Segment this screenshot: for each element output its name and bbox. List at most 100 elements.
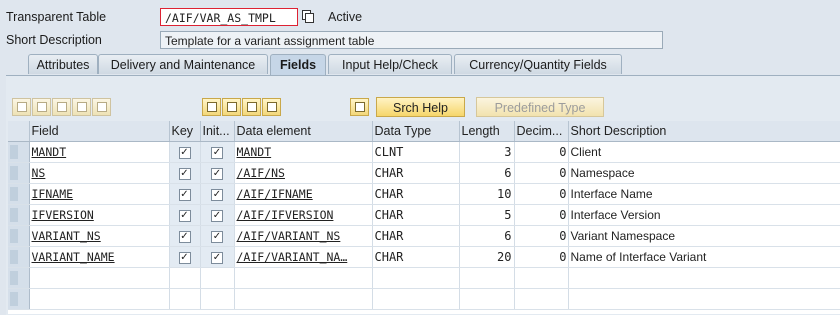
short-description-cell[interactable] bbox=[568, 267, 840, 289]
tab-attributes[interactable]: Attributes bbox=[28, 54, 98, 74]
check-icon[interactable]: ✓ bbox=[178, 230, 191, 243]
initial-checkbox[interactable]: ✓ bbox=[200, 183, 235, 205]
col-data-element[interactable]: Data element bbox=[234, 121, 373, 142]
length-cell[interactable]: 3 bbox=[459, 141, 515, 163]
decimals-cell[interactable]: 0 bbox=[514, 204, 569, 226]
check-icon[interactable]: ✓ bbox=[211, 146, 223, 159]
data-element-cell[interactable]: /AIF/NS bbox=[234, 162, 373, 184]
key-checkbox[interactable]: ✓ bbox=[169, 183, 201, 205]
field-cell[interactable]: VARIANT_NS bbox=[29, 225, 170, 247]
key-icon[interactable] bbox=[350, 98, 369, 116]
select-all-icon[interactable] bbox=[222, 98, 241, 116]
data-element-cell[interactable]: /AIF/VARIANT_NS bbox=[234, 225, 373, 247]
check-icon[interactable]: ✓ bbox=[211, 251, 223, 264]
data-type-cell[interactable]: CLNT bbox=[372, 141, 460, 163]
table-row[interactable]: VARIANT_NS ✓ ✓ /AIF/VARIANT_NS CHAR 6 0 Variant… bbox=[8, 225, 840, 247]
data-element-cell[interactable]: MANDT bbox=[234, 141, 373, 163]
initial-checkbox[interactable]: ✓ bbox=[200, 204, 235, 226]
tab-fields[interactable]: Fields bbox=[270, 54, 326, 76]
check-icon[interactable]: ✓ bbox=[211, 230, 223, 243]
copy-icon[interactable] bbox=[302, 10, 314, 23]
initial-checkbox[interactable]: ✓ bbox=[200, 246, 235, 268]
key-checkbox[interactable]: ✓ bbox=[169, 246, 201, 268]
row-selector[interactable] bbox=[8, 183, 30, 205]
field-cell[interactable]: NS bbox=[29, 162, 170, 184]
decimals-cell[interactable]: 0 bbox=[514, 162, 569, 184]
deselect-all-icon[interactable] bbox=[242, 98, 261, 116]
initial-checkbox[interactable] bbox=[200, 288, 235, 310]
check-icon[interactable]: ✓ bbox=[178, 188, 191, 201]
data-type-cell[interactable]: CHAR bbox=[372, 246, 460, 268]
data-element-cell[interactable] bbox=[234, 288, 373, 310]
table-row[interactable]: IFVERSION ✓ ✓ /AIF/IFVERSION CHAR 5 0 Interface… bbox=[8, 204, 840, 226]
decimals-cell[interactable]: 0 bbox=[514, 183, 569, 205]
decimals-cell[interactable] bbox=[514, 267, 569, 289]
table-row[interactable]: VARIANT_NAME ✓ ✓ /AIF/VARIANT_NA… CHAR 20 0 Nam… bbox=[8, 246, 840, 268]
length-cell[interactable]: 6 bbox=[459, 162, 515, 184]
check-icon[interactable]: ✓ bbox=[178, 251, 191, 264]
key-checkbox[interactable]: ✓ bbox=[169, 141, 201, 163]
table-row[interactable]: NS ✓ ✓ /AIF/NS CHAR 6 0 Namespace bbox=[8, 162, 840, 184]
decimals-cell[interactable]: 0 bbox=[514, 225, 569, 247]
length-cell[interactable]: 6 bbox=[459, 225, 515, 247]
length-cell[interactable] bbox=[459, 288, 515, 310]
decimals-cell[interactable]: 0 bbox=[514, 246, 569, 268]
table-row[interactable] bbox=[8, 267, 840, 289]
length-cell[interactable] bbox=[459, 267, 515, 289]
length-cell[interactable]: 20 bbox=[459, 246, 515, 268]
data-type-cell[interactable] bbox=[372, 288, 460, 310]
table-row[interactable]: MANDT ✓ ✓ MANDT CLNT 3 0 Client bbox=[8, 141, 840, 163]
short-description-cell[interactable]: Namespace bbox=[568, 162, 840, 184]
data-type-cell[interactable] bbox=[372, 267, 460, 289]
field-cell[interactable]: IFNAME bbox=[29, 183, 170, 205]
col-data-type[interactable]: Data Type bbox=[372, 121, 460, 142]
field-cell[interactable] bbox=[29, 267, 170, 289]
row-selector[interactable] bbox=[8, 162, 30, 184]
initial-checkbox[interactable]: ✓ bbox=[200, 225, 235, 247]
col-short-description[interactable]: Short Description bbox=[568, 121, 840, 142]
col-length[interactable]: Length bbox=[459, 121, 515, 142]
key-checkbox[interactable] bbox=[169, 288, 201, 310]
data-element-cell[interactable]: /AIF/VARIANT_NA… bbox=[234, 246, 373, 268]
short-description-cell[interactable]: Interface Name bbox=[568, 183, 840, 205]
insert-row-icon[interactable] bbox=[72, 98, 91, 116]
cut-icon[interactable] bbox=[12, 98, 31, 116]
check-icon[interactable]: ✓ bbox=[211, 209, 223, 222]
key-checkbox[interactable] bbox=[169, 267, 201, 289]
key-checkbox[interactable]: ✓ bbox=[169, 204, 201, 226]
field-cell[interactable] bbox=[29, 288, 170, 310]
paste-icon[interactable] bbox=[52, 98, 71, 116]
initial-checkbox[interactable]: ✓ bbox=[200, 141, 235, 163]
predefined-type-button[interactable]: Predefined Type bbox=[476, 97, 604, 117]
data-element-cell[interactable]: /AIF/IFNAME bbox=[234, 183, 373, 205]
table-row[interactable] bbox=[8, 288, 840, 310]
short-description-cell[interactable]: Client bbox=[568, 141, 840, 163]
short-description-field[interactable]: Template for a variant assignment table bbox=[160, 31, 663, 49]
initial-checkbox[interactable] bbox=[200, 267, 235, 289]
length-cell[interactable]: 5 bbox=[459, 204, 515, 226]
decimals-cell[interactable] bbox=[514, 288, 569, 310]
data-element-cell[interactable]: /AIF/IFVERSION bbox=[234, 204, 373, 226]
key-checkbox[interactable]: ✓ bbox=[169, 225, 201, 247]
row-selector[interactable] bbox=[8, 267, 30, 289]
sort-icon[interactable] bbox=[202, 98, 221, 116]
field-cell[interactable]: VARIANT_NAME bbox=[29, 246, 170, 268]
check-icon[interactable]: ✓ bbox=[211, 188, 223, 201]
field-cell[interactable]: MANDT bbox=[29, 141, 170, 163]
copy-row-icon[interactable] bbox=[32, 98, 51, 116]
tab-delivery-maintenance[interactable]: Delivery and Maintenance bbox=[98, 54, 268, 74]
data-type-cell[interactable]: CHAR bbox=[372, 225, 460, 247]
srch-help-button[interactable]: Srch Help bbox=[376, 97, 465, 117]
col-field[interactable]: Field bbox=[29, 121, 170, 142]
short-description-cell[interactable]: Variant Namespace bbox=[568, 225, 840, 247]
table-row[interactable]: IFNAME ✓ ✓ /AIF/IFNAME CHAR 10 0 Interface Name bbox=[8, 183, 840, 205]
data-type-cell[interactable]: CHAR bbox=[372, 183, 460, 205]
check-icon[interactable]: ✓ bbox=[178, 209, 191, 222]
row-selector[interactable] bbox=[8, 246, 30, 268]
delete-row-icon[interactable] bbox=[92, 98, 111, 116]
check-icon[interactable]: ✓ bbox=[178, 146, 191, 159]
length-cell[interactable]: 10 bbox=[459, 183, 515, 205]
col-initial[interactable]: Init... bbox=[200, 121, 235, 142]
tab-input-help-check[interactable]: Input Help/Check bbox=[328, 54, 452, 74]
data-type-cell[interactable]: CHAR bbox=[372, 162, 460, 184]
